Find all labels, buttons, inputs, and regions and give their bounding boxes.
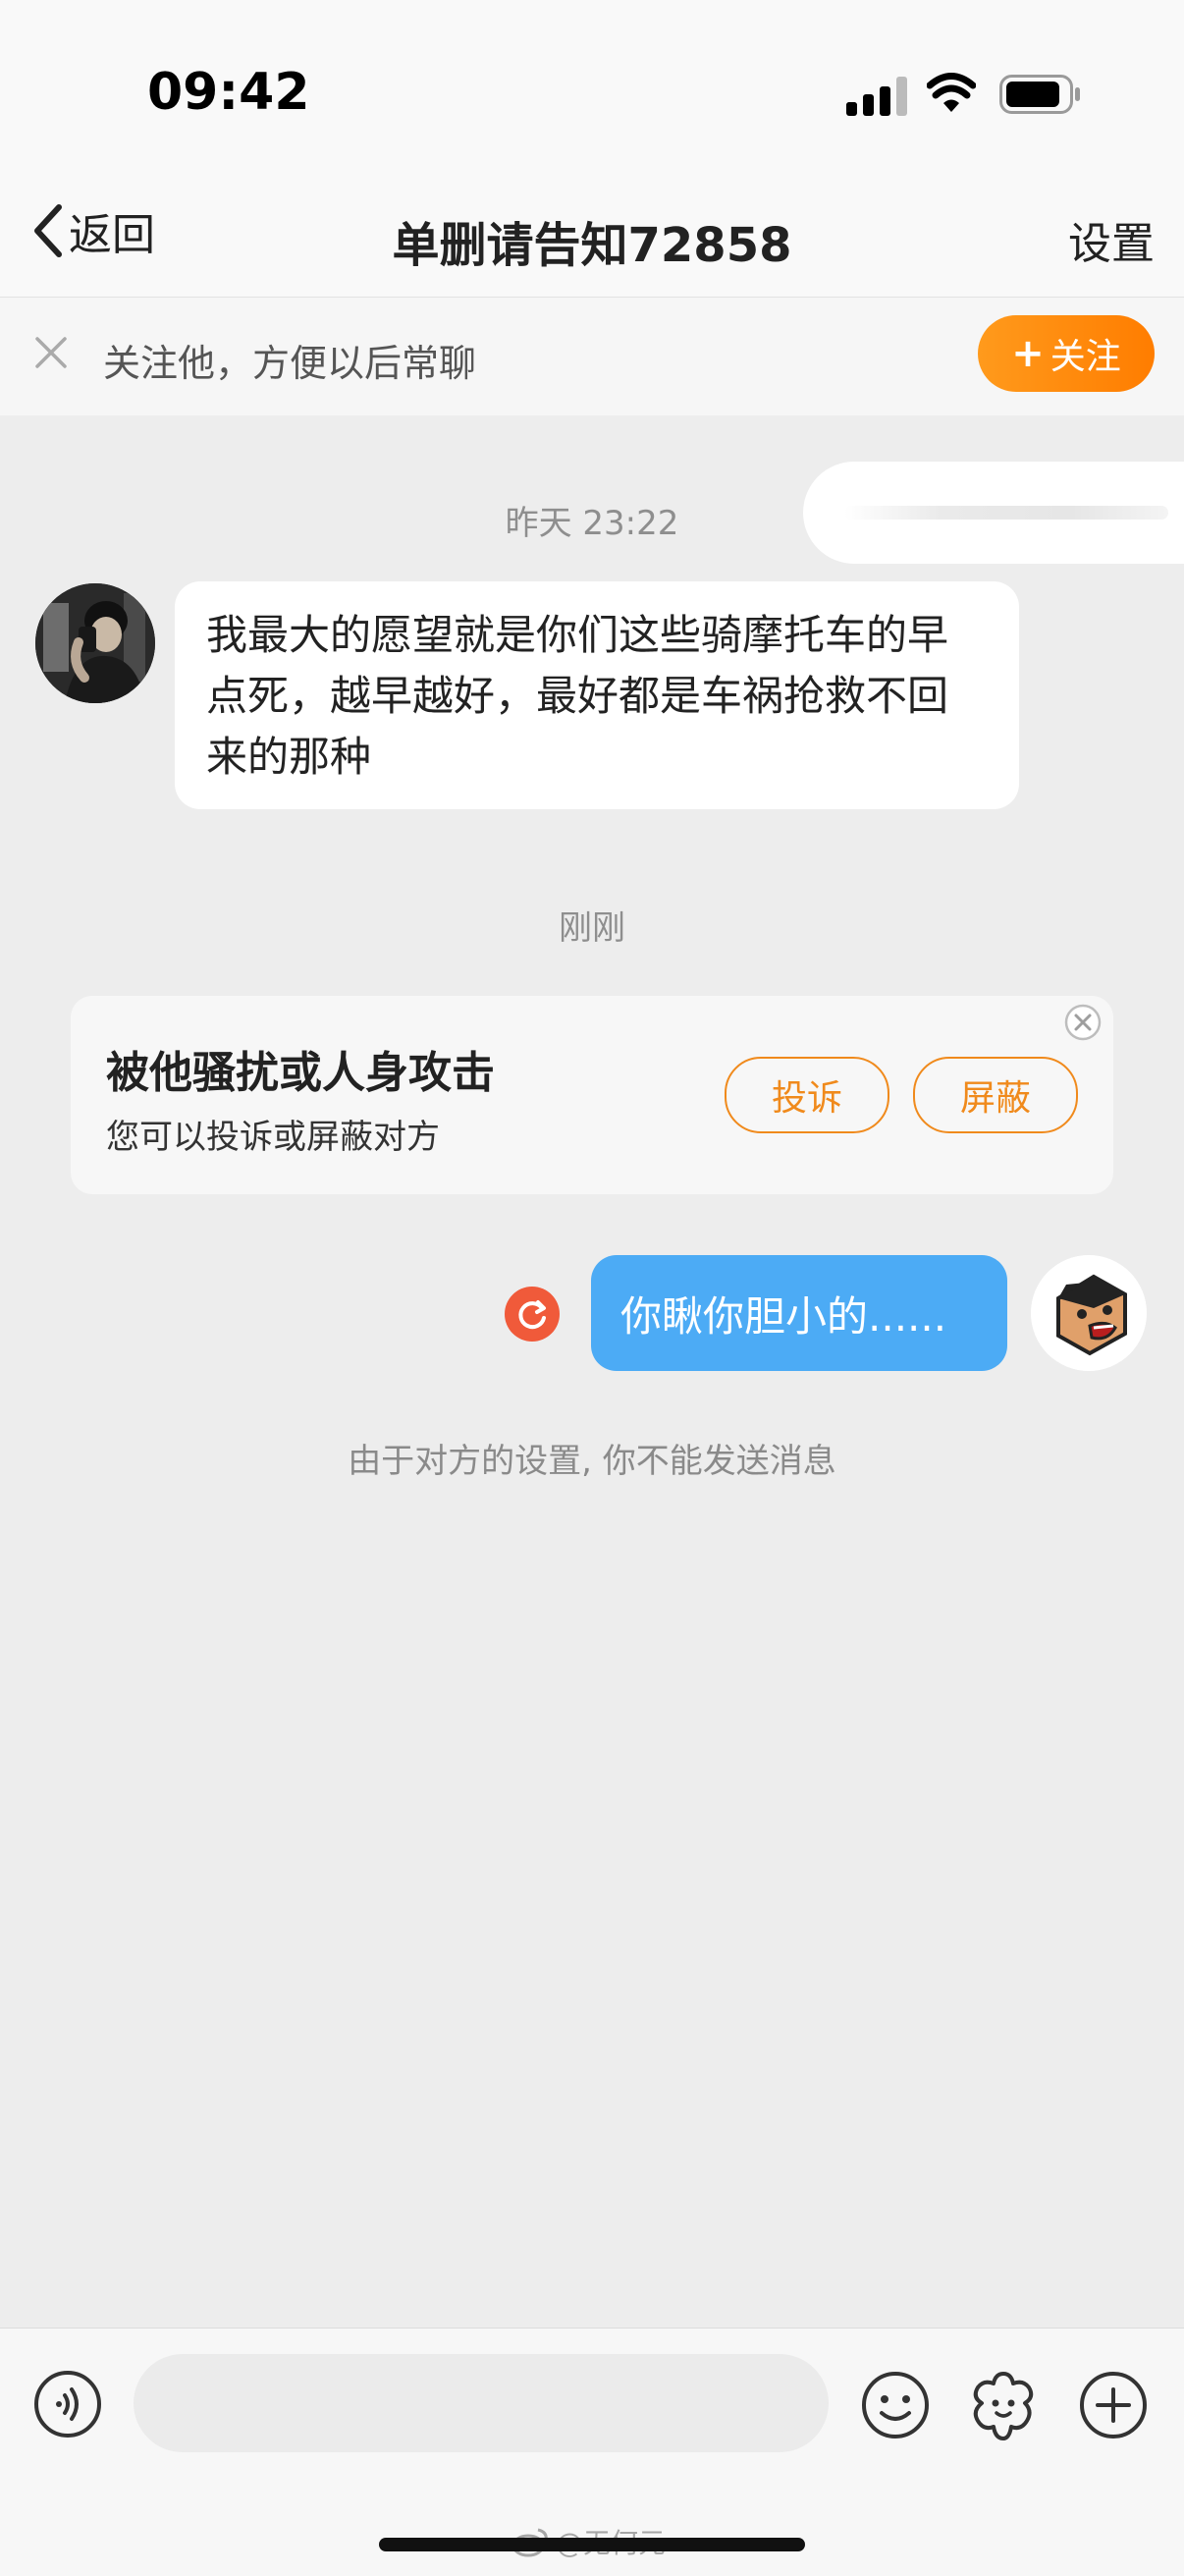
cellular-signal-icon — [846, 77, 907, 116]
harassment-card-subtitle: 您可以投诉或屏蔽对方 — [106, 1118, 440, 1157]
peer-message-text: 我最大的愿望就是你们这些骑摩托车的早点死，越早越好，最好都是车祸抢救不回来的那种 — [206, 611, 949, 781]
wifi-icon — [927, 73, 976, 112]
chevron-left-icon — [34, 204, 62, 257]
peer-avatar[interactable] — [35, 583, 155, 703]
plus-icon: + — [1011, 331, 1045, 376]
sticker-icon[interactable] — [966, 2368, 1041, 2442]
voice-icon[interactable] — [33, 2370, 102, 2439]
home-indicator — [379, 2538, 805, 2551]
navigation-bar: 返回 单删请告知72858 设置 — [0, 167, 1184, 298]
follow-button[interactable]: + 关注 — [978, 315, 1155, 392]
message-timestamp: 刚刚 — [559, 908, 625, 948]
close-icon[interactable] — [31, 333, 71, 372]
harassment-card-title: 被他骚扰或人身攻击 — [106, 1048, 495, 1098]
follow-prompt-text: 关注他，方便以后常聊 — [103, 342, 477, 385]
status-time: 09:42 — [147, 63, 310, 122]
follow-button-label: 关注 — [1049, 337, 1121, 377]
follow-suggestion-bar: 关注他，方便以后常聊 + 关注 — [0, 298, 1184, 415]
page-title: 单删请告知72858 — [392, 218, 792, 273]
back-label: 返回 — [69, 210, 155, 260]
emoji-icon[interactable] — [860, 2370, 931, 2440]
peer-avatar-image — [35, 583, 155, 703]
back-button[interactable]: 返回 — [29, 196, 155, 265]
system-notice: 由于对方的设置, 你不能发送消息 — [348, 1442, 836, 1481]
battery-icon — [999, 75, 1080, 114]
settings-button[interactable]: 设置 — [1068, 208, 1155, 271]
block-button[interactable]: 屏蔽 — [913, 1057, 1078, 1133]
my-avatar[interactable] — [1031, 1255, 1147, 1371]
refresh-icon[interactable] — [505, 1287, 560, 1342]
harassment-report-card: 被他骚扰或人身攻击 您可以投诉或屏蔽对方 投诉 屏蔽 — [71, 996, 1113, 1194]
message-timestamp: 昨天 23:22 — [505, 504, 679, 543]
my-message-bubble[interactable]: 你瞅你胆小的...... — [591, 1255, 1007, 1371]
peer-message-bubble[interactable]: 我最大的愿望就是你们这些骑摩托车的早点死，越早越好，最好都是车祸抢救不回来的那种 — [175, 581, 1019, 809]
close-icon[interactable] — [1064, 1004, 1102, 1041]
message-input[interactable] — [134, 2354, 829, 2452]
plus-icon[interactable] — [1078, 2370, 1149, 2440]
my-avatar-image — [1031, 1255, 1147, 1371]
report-button[interactable]: 投诉 — [725, 1057, 889, 1133]
status-bar: 09:42 — [0, 0, 1184, 167]
